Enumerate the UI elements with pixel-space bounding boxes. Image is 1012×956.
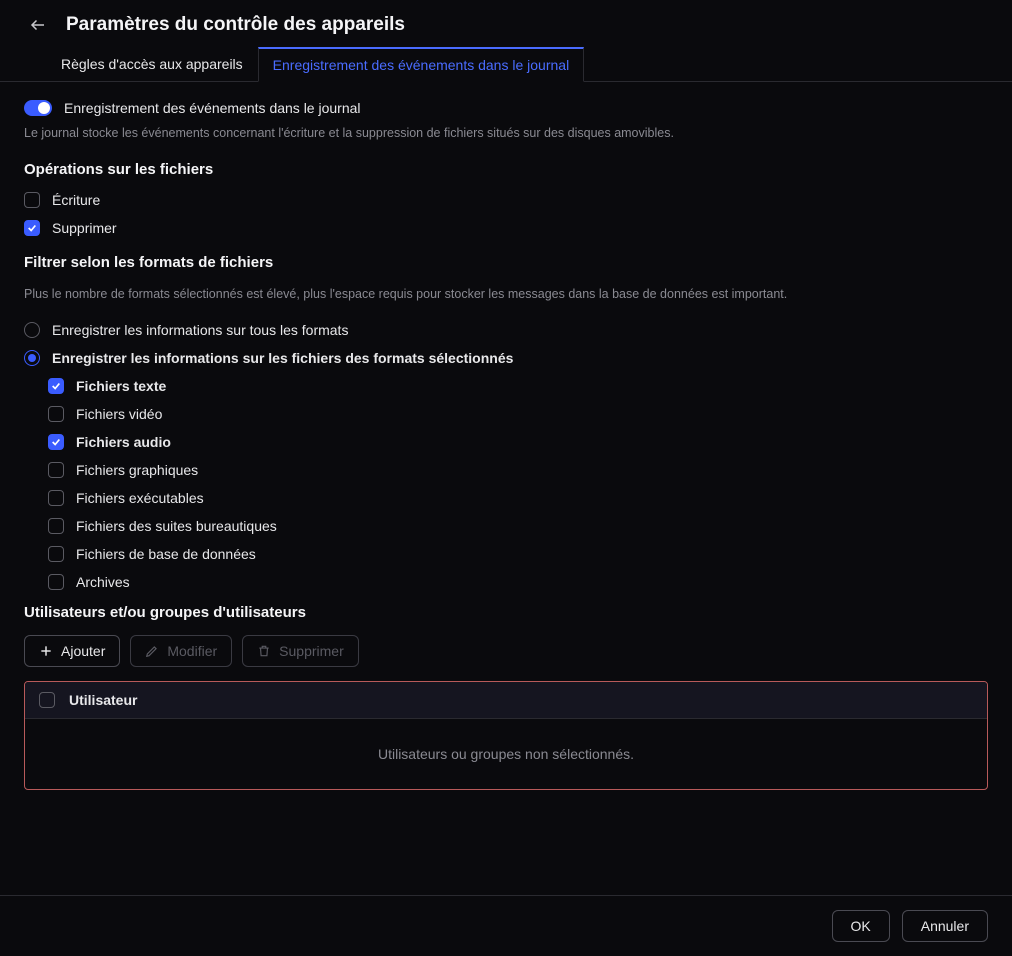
checkbox-graphic[interactable]: [48, 462, 64, 478]
ok-button[interactable]: OK: [832, 910, 890, 942]
logging-toggle[interactable]: [24, 100, 52, 116]
remove-user-label: Supprimer: [279, 643, 344, 659]
radio-selected-formats-row[interactable]: Enregistrer les informations sur les fic…: [24, 350, 988, 366]
checkbox-video[interactable]: [48, 406, 64, 422]
tab-bar: Règles d'accès aux appareils Enregistrem…: [0, 46, 1012, 82]
checkbox-text[interactable]: [48, 378, 64, 394]
checkbox-write-row[interactable]: Écriture: [24, 192, 988, 208]
cancel-label: Annuler: [921, 918, 969, 934]
checkbox-video-row[interactable]: Fichiers vidéo: [48, 406, 988, 422]
dialog-footer: OK Annuler: [0, 895, 1012, 956]
users-title: Utilisateurs et/ou groupes d'utilisateur…: [24, 604, 988, 621]
checkbox-delete[interactable]: [24, 220, 40, 236]
checkbox-office-label: Fichiers des suites bureautiques: [76, 518, 277, 534]
checkbox-write[interactable]: [24, 192, 40, 208]
content-area: Enregistrement des événements dans le jo…: [0, 82, 1012, 800]
checkbox-graphic-label: Fichiers graphiques: [76, 462, 198, 478]
checkbox-delete-row[interactable]: Supprimer: [24, 220, 988, 236]
checkbox-delete-label: Supprimer: [52, 220, 117, 236]
edit-user-label: Modifier: [167, 643, 217, 659]
radio-selected-formats[interactable]: [24, 350, 40, 366]
checkbox-archive-label: Archives: [76, 574, 130, 590]
users-table-empty: Utilisateurs ou groupes non sélectionnés…: [25, 719, 987, 789]
checkbox-archive[interactable]: [48, 574, 64, 590]
tab-event-logging[interactable]: Enregistrement des événements dans le jo…: [258, 47, 585, 82]
checkbox-office-row[interactable]: Fichiers des suites bureautiques: [48, 518, 988, 534]
pencil-icon: [145, 644, 159, 658]
logging-toggle-row: Enregistrement des événements dans le jo…: [24, 100, 988, 116]
checkbox-db[interactable]: [48, 546, 64, 562]
checkbox-exec-label: Fichiers exécutables: [76, 490, 204, 506]
checkbox-exec-row[interactable]: Fichiers exécutables: [48, 490, 988, 506]
format-filter-title: Filtrer selon les formats de fichiers: [24, 254, 988, 271]
radio-all-formats-label: Enregistrer les informations sur tous le…: [52, 322, 348, 338]
logging-caption: Le journal stocke les événements concern…: [24, 124, 988, 143]
radio-all-formats-row[interactable]: Enregistrer les informations sur tous le…: [24, 322, 988, 338]
plus-icon: [39, 644, 53, 658]
checkbox-exec[interactable]: [48, 490, 64, 506]
col-user-header: Utilisateur: [69, 692, 137, 708]
back-arrow-icon[interactable]: [28, 15, 48, 35]
format-list: Fichiers texte Fichiers vidéo Fichiers a…: [24, 378, 988, 590]
ok-label: OK: [851, 918, 871, 934]
checkbox-audio-label: Fichiers audio: [76, 434, 171, 450]
checkbox-write-label: Écriture: [52, 192, 100, 208]
users-table-header: Utilisateur: [25, 682, 987, 719]
remove-user-button: Supprimer: [242, 635, 359, 667]
checkbox-video-label: Fichiers vidéo: [76, 406, 162, 422]
radio-selected-formats-label: Enregistrer les informations sur les fic…: [52, 350, 513, 366]
users-table: Utilisateur Utilisateurs ou groupes non …: [24, 681, 988, 790]
select-all-checkbox[interactable]: [39, 692, 55, 708]
checkbox-text-row[interactable]: Fichiers texte: [48, 378, 988, 394]
checkbox-audio[interactable]: [48, 434, 64, 450]
page-title: Paramètres du contrôle des appareils: [66, 14, 405, 36]
checkbox-audio-row[interactable]: Fichiers audio: [48, 434, 988, 450]
format-filter-caption: Plus le nombre de formats sélectionnés e…: [24, 285, 988, 304]
checkbox-text-label: Fichiers texte: [76, 378, 166, 394]
checkbox-graphic-row[interactable]: Fichiers graphiques: [48, 462, 988, 478]
user-action-buttons: Ajouter Modifier Supprimer: [24, 635, 988, 667]
checkbox-db-label: Fichiers de base de données: [76, 546, 256, 562]
header-bar: Paramètres du contrôle des appareils: [0, 0, 1012, 46]
checkbox-office[interactable]: [48, 518, 64, 534]
edit-user-button: Modifier: [130, 635, 232, 667]
logging-toggle-label: Enregistrement des événements dans le jo…: [64, 100, 361, 116]
file-ops-title: Opérations sur les fichiers: [24, 161, 988, 178]
add-user-button[interactable]: Ajouter: [24, 635, 120, 667]
checkbox-archive-row[interactable]: Archives: [48, 574, 988, 590]
tab-access-rules[interactable]: Règles d'accès aux appareils: [46, 47, 258, 82]
trash-icon: [257, 644, 271, 658]
checkbox-db-row[interactable]: Fichiers de base de données: [48, 546, 988, 562]
cancel-button[interactable]: Annuler: [902, 910, 988, 942]
add-user-label: Ajouter: [61, 643, 105, 659]
radio-all-formats[interactable]: [24, 322, 40, 338]
